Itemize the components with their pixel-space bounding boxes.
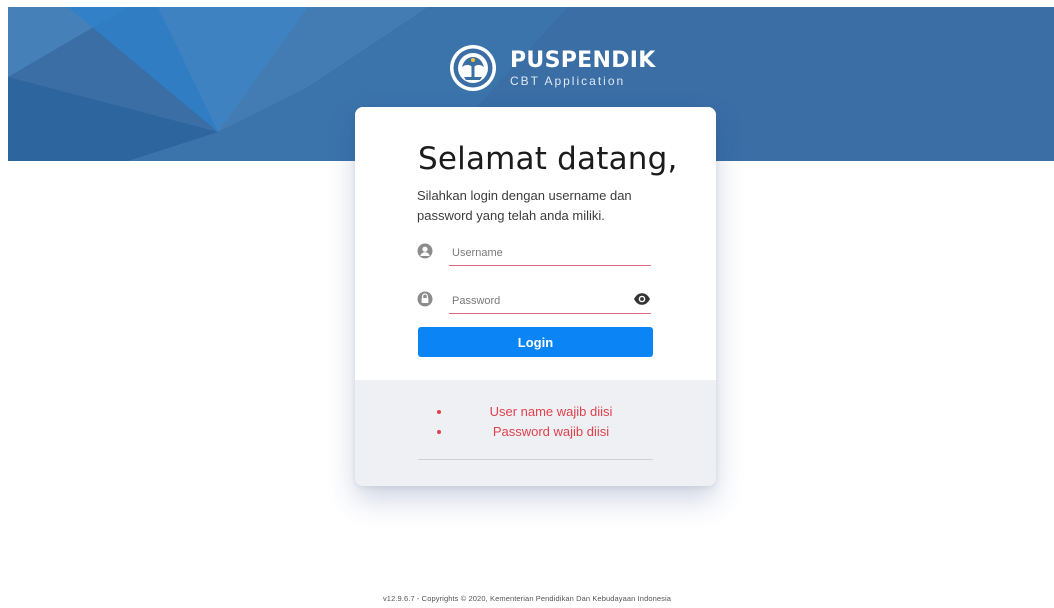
bullet-icon [437,430,441,434]
brand-block: PUSPENDIK CBT Application [448,43,656,93]
welcome-heading: Selamat datang, [418,141,678,177]
login-card: Selamat datang, Silahkan login dengan us… [355,107,716,486]
brand-text: PUSPENDIK CBT Application [510,47,656,88]
eye-icon[interactable] [633,292,651,306]
error-message: Password wajib diisi [492,424,610,439]
login-form: Selamat datang, Silahkan login dengan us… [355,107,716,380]
error-list: User name wajib diisi Password wajib dii… [431,402,651,442]
divider [418,459,653,460]
user-icon [417,243,433,259]
password-input[interactable] [449,288,651,314]
brand-title: PUSPENDIK [510,47,656,73]
login-button[interactable]: Login [418,327,653,357]
lock-icon [417,291,433,307]
copyright-footer: v12.9.6.7 - Copyrights © 2020, Kementeri… [382,594,672,603]
error-message: User name wajib diisi [489,404,613,419]
username-input[interactable] [449,240,651,266]
error-item: User name wajib diisi [431,402,651,422]
password-field [417,288,651,318]
brand-subtitle: CBT Application [510,73,626,88]
login-page: PUSPENDIK CBT Application Selamat datang… [0,0,1054,608]
bullet-icon [437,410,441,414]
login-instructions: Silahkan login dengan username dan passw… [417,188,632,223]
validation-panel: User name wajib diisi Password wajib dii… [355,380,716,486]
tut-wuri-handayani-emblem-icon [450,45,496,91]
error-item: Password wajib diisi [431,422,651,442]
username-field [417,240,651,270]
